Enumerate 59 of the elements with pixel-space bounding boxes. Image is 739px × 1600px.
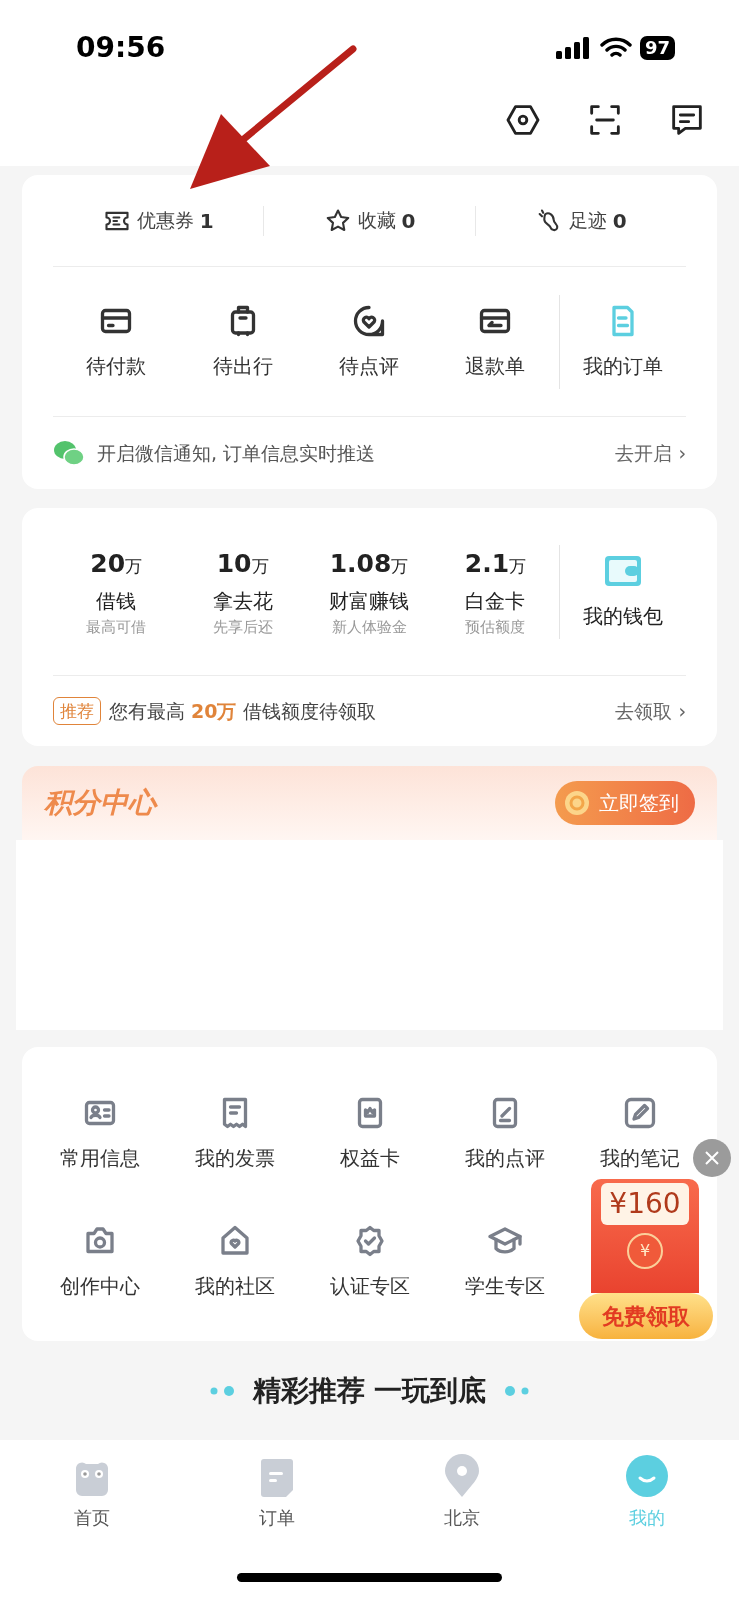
finance-subtitle: 预估额度	[465, 617, 526, 638]
tool-label[interactable]: 权益卡	[339, 1143, 400, 1173]
finance-subtitle: 最高可借	[86, 617, 147, 638]
wallet-label[interactable]: 我的钱包	[582, 600, 663, 631]
tool-label[interactable]: 我的点评	[464, 1143, 545, 1173]
location-pin-icon	[443, 1454, 480, 1498]
finance-amount: 1.08万	[329, 547, 409, 580]
my-orders-label[interactable]: 我的订单	[582, 350, 663, 381]
tool-label[interactable]: 学生专区	[464, 1271, 545, 1301]
order-label[interactable]: 待出行	[212, 350, 273, 381]
tool-label[interactable]: 我的社区	[194, 1271, 275, 1301]
signal-icon	[555, 36, 592, 60]
finance-amount: 20万	[90, 547, 143, 580]
claim-link[interactable]: 去领取 ›	[615, 696, 686, 726]
finance-amount: 10万	[216, 547, 269, 580]
tool-label[interactable]: 我的笔记	[599, 1143, 680, 1173]
stat-count: 1	[199, 207, 214, 235]
tab-item[interactable]: 北京	[369, 1452, 555, 1531]
finance-label[interactable]: 财富赚钱	[329, 586, 409, 616]
dots-icon	[502, 1385, 531, 1397]
packet-coin: ¥	[627, 1233, 663, 1269]
tool-label[interactable]: 我的发票	[194, 1143, 275, 1173]
notice-text: 开启微信通知, 订单信息实时推送	[97, 440, 377, 466]
finance-label[interactable]: 借钱	[96, 586, 137, 616]
coin-icon	[563, 789, 591, 817]
stat-label[interactable]: 足迹	[568, 206, 607, 235]
tool-label[interactable]: 创作中心	[59, 1271, 140, 1301]
points-title: 积分中心	[44, 785, 156, 821]
battery-level: 97	[639, 36, 675, 60]
smiley-icon	[624, 1454, 669, 1498]
close-icon	[704, 1150, 720, 1166]
document-icon	[259, 1458, 296, 1498]
finance-amount: 2.1万	[464, 547, 527, 580]
tool-label[interactable]: 常用信息	[59, 1143, 140, 1173]
tab-item[interactable]: 订单	[184, 1452, 370, 1531]
stat-count: 0	[401, 207, 416, 235]
stat-label[interactable]: 优惠券	[136, 206, 194, 235]
order-label[interactable]: 待点评	[339, 350, 399, 381]
finance-subtitle: 新人体验金	[331, 617, 407, 638]
tool-label[interactable]: 认证专区	[329, 1271, 410, 1301]
order-label[interactable]: 待付款	[86, 350, 147, 381]
finance-label[interactable]: 拿去花	[212, 586, 273, 616]
packet-amount: ¥160	[601, 1183, 689, 1225]
stat-label[interactable]: 收藏	[357, 206, 396, 235]
finance-label[interactable]: 白金卡	[465, 586, 526, 616]
recommend-title: 精彩推荐 一玩到底	[252, 1373, 487, 1409]
recommend-tag: 推荐	[53, 697, 101, 725]
wechat-icon	[53, 439, 85, 467]
tab-item[interactable]: 首页	[0, 1452, 185, 1531]
finance-subtitle: 先享后还	[212, 617, 273, 638]
gift-envelope[interactable]: ¥160 ¥	[591, 1179, 699, 1293]
promo-text: 您有最高 20万 借钱额度待领取	[109, 698, 377, 724]
order-label[interactable]: 退款单	[465, 350, 526, 381]
close-button[interactable]	[693, 1139, 731, 1177]
status-time: 09:56	[76, 30, 166, 66]
wifi-icon	[599, 36, 632, 60]
dots-icon	[208, 1385, 237, 1397]
stat-count: 0	[612, 207, 627, 235]
enable-link[interactable]: 去开启 ›	[615, 438, 686, 468]
